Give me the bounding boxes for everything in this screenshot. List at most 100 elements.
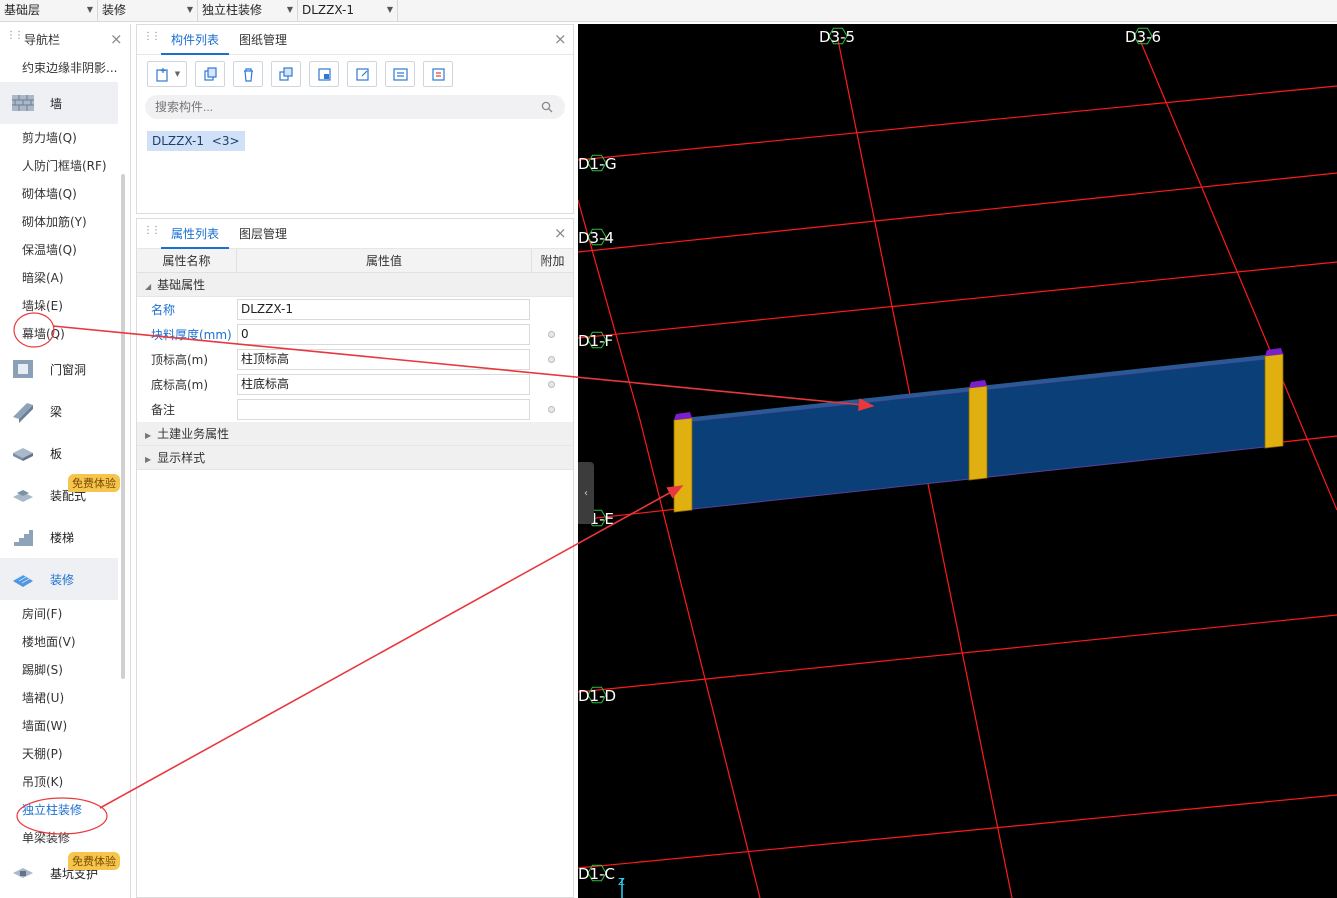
nav-category-label: 梁	[50, 404, 63, 419]
group-display-style[interactable]: ▶ 显示样式	[137, 446, 573, 470]
nav-item[interactable]: 墙面(W)	[0, 712, 130, 740]
floor-select[interactable]: 基础层 ▼	[0, 0, 98, 22]
component-list-item[interactable]: DLZZX-1 <3>	[147, 131, 245, 151]
nav-item[interactable]: 天棚(P)	[0, 740, 130, 768]
tab-component-list[interactable]: 构件列表	[161, 25, 230, 55]
close-icon[interactable]: ×	[554, 224, 567, 242]
component-name: DLZZX-1	[152, 134, 204, 148]
drag-handle-icon[interactable]: ⋮⋮	[6, 31, 24, 46]
import-button[interactable]	[309, 61, 339, 87]
foundation-pit-icon	[13, 868, 33, 878]
nav-category-label: 装修	[50, 572, 75, 587]
nav-item[interactable]: 剪力墙(Q)	[0, 124, 130, 152]
nav-category[interactable]: 板	[0, 432, 118, 474]
tab-property-list[interactable]: 属性列表	[161, 219, 230, 249]
collapse-panel-button[interactable]: ‹	[578, 462, 594, 524]
3d-viewport[interactable]: D3-5 D3-6 D1-G D3-4 D1-F D1-E D1-D D1-C Z	[578, 24, 1337, 898]
axis-label: D1-G	[578, 155, 617, 173]
property-row: 顶标高(m) 柱顶标高	[137, 347, 573, 372]
nav-item[interactable]: 墙垛(E)	[0, 292, 130, 320]
column-header-extra: 附加	[540, 254, 565, 268]
nav-category[interactable]: 墙	[0, 82, 118, 124]
beam-icon	[13, 403, 33, 423]
chevron-down-icon: ▼	[186, 5, 193, 14]
property-value-field[interactable]: 柱底标高	[237, 374, 530, 395]
navigation-panel: ⋮⋮ 导航栏 × 约束边缘非阴影... 墙剪力墙(Q) 人防门框墙(RF) 砌体墙(Q…	[0, 24, 131, 898]
column-finish[interactable]	[968, 380, 988, 481]
group-title: 基础属性	[157, 278, 206, 292]
nav-item[interactable]: 幕墙(Q)	[0, 320, 130, 348]
nav-item[interactable]: 砌体墙(Q)	[0, 180, 130, 208]
extra-checkbox[interactable]	[547, 406, 555, 413]
drag-handle-icon[interactable]: ⋮⋮	[143, 31, 161, 47]
nav-item[interactable]: 楼地面(V)	[0, 628, 130, 656]
nav-category[interactable]: 装配式 免费体验	[0, 474, 120, 516]
column-finish[interactable]	[1264, 348, 1284, 449]
property-row: 备注	[137, 397, 573, 422]
column-header-name: 属性名称	[137, 249, 237, 272]
tab-drawing-management[interactable]: 图纸管理	[229, 25, 297, 55]
extra-checkbox[interactable]	[547, 331, 555, 338]
property-name: 底标高(m)	[151, 378, 209, 392]
close-icon[interactable]: ×	[110, 30, 123, 48]
nav-item[interactable]: 暗梁(A)	[0, 264, 130, 292]
chevron-down-icon: ▼	[86, 5, 93, 14]
group-civil-properties[interactable]: ▶ 土建业务属性	[137, 422, 573, 446]
sort-button[interactable]	[385, 61, 415, 87]
copy-to-floor-button[interactable]	[271, 61, 301, 87]
extra-checkbox[interactable]	[547, 356, 555, 363]
nav-item[interactable]: 踢脚(S)	[0, 656, 130, 684]
axis-grid-line	[578, 794, 1337, 869]
copy-icon	[203, 66, 217, 81]
property-value-field[interactable]: 柱顶标高	[237, 349, 530, 370]
group-basic-properties[interactable]: ◢ 基础属性	[137, 273, 573, 297]
navigation-header: ⋮⋮ 导航栏 ×	[0, 24, 130, 54]
nav-category[interactable]: 梁	[0, 390, 118, 432]
chevron-down-icon: ▼	[386, 5, 393, 14]
new-button[interactable]: ▼	[147, 61, 187, 87]
export-button[interactable]	[347, 61, 377, 87]
property-value-field[interactable]: DLZZX-1	[237, 299, 530, 320]
nav-item[interactable]: 吊顶(K)	[0, 768, 130, 796]
navigation-scrollbar[interactable]	[121, 174, 125, 679]
nav-item[interactable]: 砌体加筋(Y)	[0, 208, 130, 236]
chevron-down-icon: ▼	[286, 5, 293, 14]
property-value-field[interactable]	[237, 399, 530, 420]
type-select[interactable]: 独立柱装修 ▼	[198, 0, 298, 22]
property-extra[interactable]	[530, 356, 572, 363]
drag-handle-icon[interactable]: ⋮⋮	[143, 225, 161, 241]
property-value-field[interactable]: 0	[237, 324, 530, 345]
nav-item[interactable]: 保温墙(Q)	[0, 236, 130, 264]
property-rows: 名称 DLZZX-1 块料厚度(mm) 0 顶标高(m) 柱顶标高 底标高(m) 柱底标高 备注	[137, 297, 573, 422]
group-title: 土建业务属性	[157, 427, 230, 441]
nav-category[interactable]: 楼梯	[0, 516, 118, 558]
close-icon[interactable]: ×	[554, 30, 567, 48]
category-select[interactable]: 装修 ▼	[98, 0, 198, 22]
nav-category[interactable]: 装修	[0, 558, 118, 600]
viewport-canvas[interactable]: D3-5 D3-6D1-GD3-4D1-FD1-ED1-DD1-C Z	[578, 24, 1337, 898]
nav-category[interactable]: 门窗洞	[0, 348, 118, 390]
property-extra[interactable]	[530, 381, 572, 388]
filter-button[interactable]	[423, 61, 453, 87]
axis-gizmo: Z	[618, 877, 625, 898]
search-icon[interactable]	[541, 101, 553, 113]
nav-item[interactable]: 独立柱装修	[0, 796, 130, 824]
new-icon	[156, 67, 168, 82]
nav-item[interactable]: 单梁装修	[0, 824, 130, 852]
nav-item[interactable]: 房间(F)	[0, 600, 130, 628]
component-select[interactable]: DLZZX-1 ▼	[298, 0, 398, 22]
nav-item[interactable]: 墙裙(U)	[0, 684, 130, 712]
group-title: 显示样式	[157, 451, 206, 465]
copy-button[interactable]	[195, 61, 225, 87]
wall-icon	[12, 95, 34, 111]
property-extra[interactable]	[530, 331, 572, 338]
delete-button[interactable]	[233, 61, 263, 87]
extra-checkbox[interactable]	[547, 381, 555, 388]
nav-item[interactable]: 人防门框墙(RF)	[0, 152, 130, 180]
property-extra[interactable]	[530, 406, 572, 413]
search-input[interactable]	[145, 95, 565, 119]
nav-category[interactable]: 基坑支护 免费体验	[0, 852, 120, 894]
tab-layer-management[interactable]: 图层管理	[229, 219, 297, 249]
column-finish[interactable]	[673, 412, 693, 513]
nav-item[interactable]: 约束边缘非阴影...	[0, 54, 130, 82]
